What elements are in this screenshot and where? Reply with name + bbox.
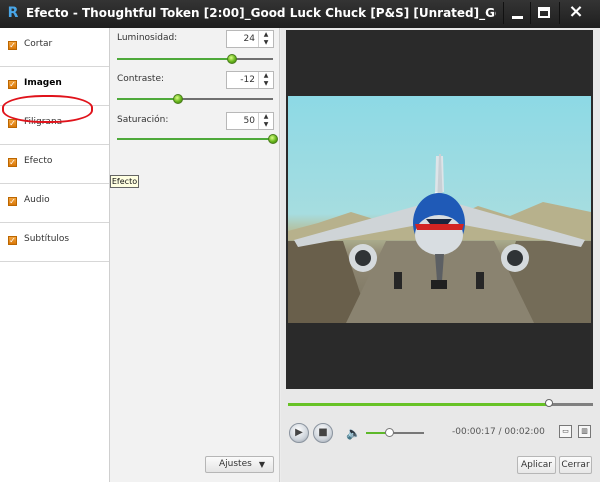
checkbox-icon[interactable]: ✓ xyxy=(8,41,17,50)
checkbox-icon[interactable]: ✓ xyxy=(8,158,17,167)
stepper-arrows-icon[interactable]: ▲ ▼ xyxy=(258,72,273,88)
brightness-slider-handle[interactable] xyxy=(227,54,238,64)
sidebar-item-label: Efecto xyxy=(24,156,53,166)
saturation-stepper[interactable]: 50 ▲ ▼ xyxy=(226,112,274,130)
brightness-slider[interactable] xyxy=(117,54,273,64)
play-icon: ▶ xyxy=(295,427,303,438)
contrast-slider-fill xyxy=(117,98,178,100)
checkbox-icon[interactable]: ✓ xyxy=(8,80,17,89)
image-settings-panel: Luminosidad: 24 ▲ ▼ Contraste: -12 ▲ ▼ Satur… xyxy=(110,28,280,482)
video-progress-bar[interactable] xyxy=(288,399,593,407)
video-preview xyxy=(286,30,593,389)
saturation-slider-fill xyxy=(117,138,273,140)
checkbox-icon[interactable]: ✓ xyxy=(8,197,17,206)
selection-highlight-ring xyxy=(2,95,93,123)
split-view-icon: ▥ xyxy=(581,427,588,435)
apply-button[interactable]: Aplicar xyxy=(517,456,556,474)
volume-slider[interactable] xyxy=(366,428,424,437)
brightness-slider-fill xyxy=(117,58,233,60)
close-window-button[interactable]: × xyxy=(559,2,592,24)
adjustments-dropdown[interactable]: Ajustes ▼ xyxy=(205,456,274,473)
saturation-label: Saturación: xyxy=(117,115,169,125)
split-view-button[interactable]: ▥ xyxy=(578,425,591,438)
stop-icon: ■ xyxy=(318,427,328,438)
sidebar-item-audio[interactable]: ✓ Audio xyxy=(0,184,109,223)
sidebar-item-subtitulos[interactable]: ✓ Subtítulos xyxy=(0,223,109,262)
brightness-value[interactable]: 24 xyxy=(244,34,255,44)
efecto-tooltip: Efecto xyxy=(110,175,139,188)
maximize-icon xyxy=(538,7,550,18)
contrast-value[interactable]: -12 xyxy=(240,75,255,85)
contrast-slider[interactable] xyxy=(117,94,273,104)
saturation-slider-handle[interactable] xyxy=(268,134,278,144)
minimize-button[interactable] xyxy=(503,2,529,24)
video-progress-fill xyxy=(288,403,548,406)
stepper-arrows-icon[interactable]: ▲ ▼ xyxy=(258,113,273,129)
sidebar-item-label: Audio xyxy=(24,195,50,205)
saturation-value[interactable]: 50 xyxy=(244,116,255,126)
title-bar[interactable]: R Efecto - Thoughtful Token [2:00]_Good … xyxy=(0,0,600,28)
checkbox-icon[interactable]: ✓ xyxy=(8,119,17,128)
window-title: Efecto - Thoughtful Token [2:00]_Good Lu… xyxy=(26,6,496,20)
contrast-slider-handle[interactable] xyxy=(172,94,183,104)
minimize-icon xyxy=(512,16,523,19)
checkbox-icon[interactable]: ✓ xyxy=(8,236,17,245)
sidebar-item-cortar[interactable]: ✓ Cortar xyxy=(0,28,109,67)
airplane-scene-image xyxy=(288,154,591,323)
app-icon: R xyxy=(7,5,19,21)
single-view-icon: ▭ xyxy=(562,427,569,435)
sidebar-item-efecto[interactable]: ✓ Efecto xyxy=(0,145,109,184)
video-progress-handle[interactable] xyxy=(545,399,553,407)
airplane-video-frame xyxy=(288,96,591,323)
brightness-label: Luminosidad: xyxy=(117,33,178,43)
effect-window: R Efecto - Thoughtful Token [2:00]_Good … xyxy=(0,0,600,482)
saturation-slider[interactable] xyxy=(117,134,278,144)
sidebar-item-label: Cortar xyxy=(24,39,53,49)
close-button[interactable]: Cerrar xyxy=(559,456,592,474)
adjustments-label: Ajustes xyxy=(219,459,252,469)
maximize-button[interactable] xyxy=(530,2,556,24)
time-readout: -00:00:17 / 00:02:00 xyxy=(452,427,545,437)
volume-icon[interactable]: 🔈 xyxy=(346,426,361,440)
single-view-button[interactable]: ▭ xyxy=(559,425,572,438)
close-icon: × xyxy=(568,1,584,22)
sidebar-item-label: Subtítulos xyxy=(24,234,70,244)
stop-button[interactable]: ■ xyxy=(313,423,333,443)
chevron-down-icon: ▼ xyxy=(258,460,265,469)
stepper-arrows-icon[interactable]: ▲ ▼ xyxy=(258,31,273,47)
contrast-stepper[interactable]: -12 ▲ ▼ xyxy=(226,71,274,89)
play-button[interactable]: ▶ xyxy=(289,423,309,443)
contrast-label: Contraste: xyxy=(117,74,165,84)
brightness-stepper[interactable]: 24 ▲ ▼ xyxy=(226,30,274,48)
effect-sidebar: ✓ Cortar ✓ Imagen ✓ Filigrana ✓ Efecto ✓ Audi… xyxy=(0,28,110,482)
sidebar-item-label: Imagen xyxy=(24,78,62,88)
